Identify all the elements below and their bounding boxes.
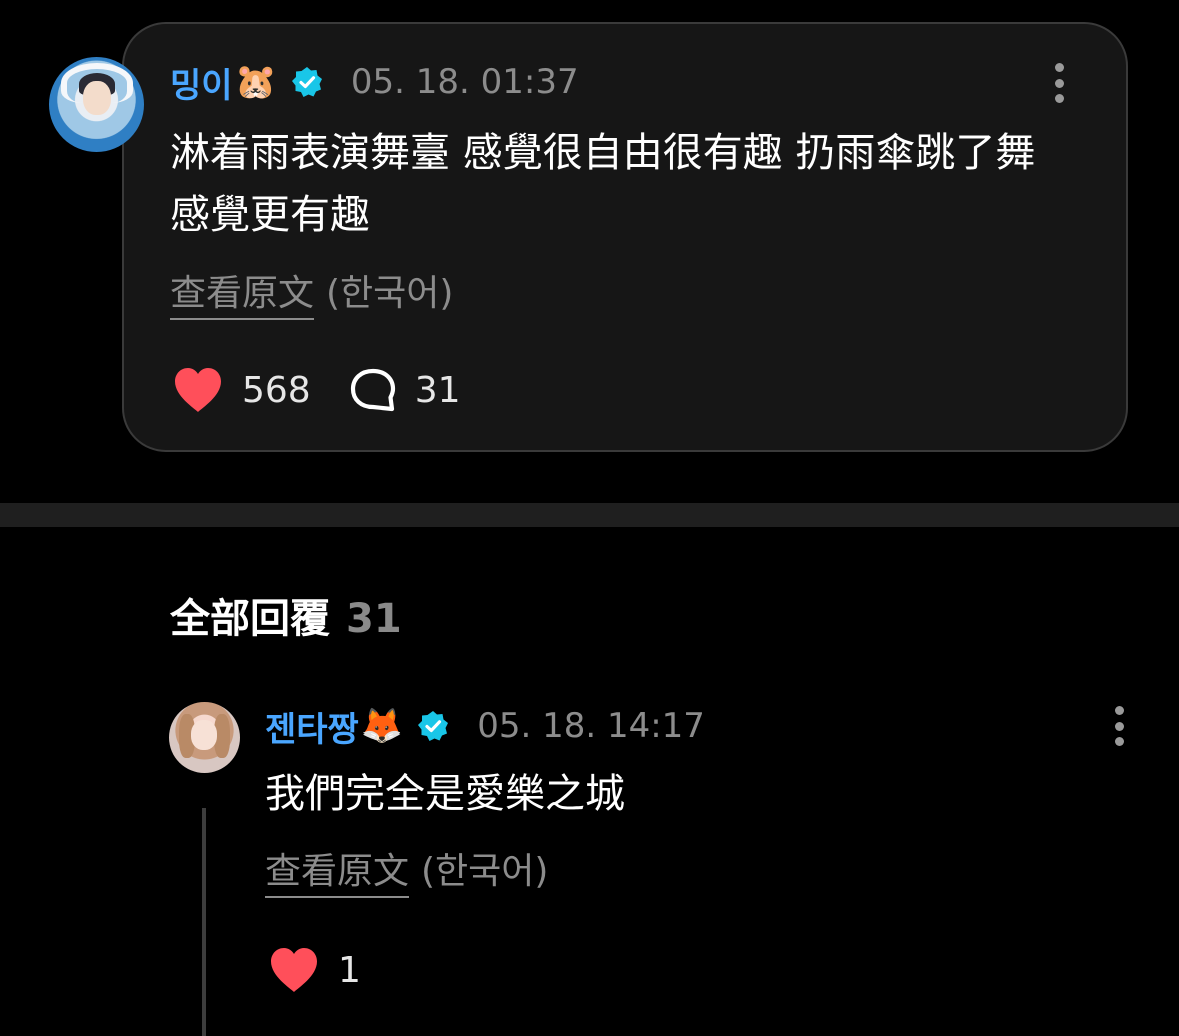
more-options-icon[interactable] bbox=[1054, 63, 1064, 103]
all-replies-label: 全部回覆 bbox=[170, 596, 330, 642]
avatar-face bbox=[83, 81, 111, 115]
reply-like-count: 1 bbox=[338, 949, 361, 991]
reply-timestamp: 05. 18. 14:17 bbox=[477, 706, 705, 746]
hamster-emoji: 🐹 bbox=[234, 62, 277, 102]
post-header: 밍이 🐹 05. 18. 01:37 bbox=[170, 58, 579, 106]
original-language-label: (한국어) bbox=[421, 851, 549, 892]
post-text: 淋着雨表演舞臺 感覺很自由很有趣 扔雨傘跳了舞 感覺更有趣 bbox=[170, 130, 1036, 238]
reply-header: 젠타짱 🦊 05. 18. 14:17 bbox=[265, 702, 705, 750]
view-original-link[interactable]: 查看原文 bbox=[265, 842, 410, 898]
replies-header: 全部回覆 31 bbox=[170, 586, 402, 644]
verified-badge-icon bbox=[291, 67, 322, 97]
reply-actions: 1 bbox=[268, 942, 361, 998]
screen: 밍이 🐹 05. 18. 01:37 淋着雨表演舞臺 感覺很自由很有趣 扔雨傘跳… bbox=[0, 0, 1179, 1036]
post-translate-row: 查看原文 (한국어) bbox=[170, 264, 453, 320]
section-divider bbox=[0, 503, 1179, 527]
post-timestamp: 05. 18. 01:37 bbox=[350, 62, 579, 102]
reply-author-avatar[interactable] bbox=[169, 702, 240, 773]
post-author-name[interactable]: 밍이 bbox=[170, 58, 233, 107]
view-original-link[interactable]: 查看原文 bbox=[170, 264, 315, 320]
original-language-label: (한국어) bbox=[326, 273, 454, 314]
post-author-avatar[interactable] bbox=[49, 57, 144, 152]
all-replies-count: 31 bbox=[346, 596, 402, 642]
reply-translate-row: 查看原文 (한국어) bbox=[265, 842, 548, 898]
avatar-face bbox=[191, 720, 217, 750]
heart-icon[interactable] bbox=[172, 366, 224, 414]
post-actions: 568 31 bbox=[172, 362, 461, 418]
more-options-icon[interactable] bbox=[1114, 706, 1124, 746]
comment-bubble-icon[interactable] bbox=[349, 367, 397, 413]
heart-icon[interactable] bbox=[268, 946, 320, 994]
verified-badge-icon bbox=[418, 711, 449, 741]
thread-line bbox=[202, 808, 206, 1036]
reply-author-name[interactable]: 젠타짱 bbox=[265, 702, 359, 751]
fox-emoji: 🦊 bbox=[360, 706, 404, 746]
reply-text: 我們完全是愛樂之城 bbox=[265, 771, 625, 817]
comment-count: 31 bbox=[414, 369, 461, 411]
like-count: 568 bbox=[242, 369, 311, 411]
